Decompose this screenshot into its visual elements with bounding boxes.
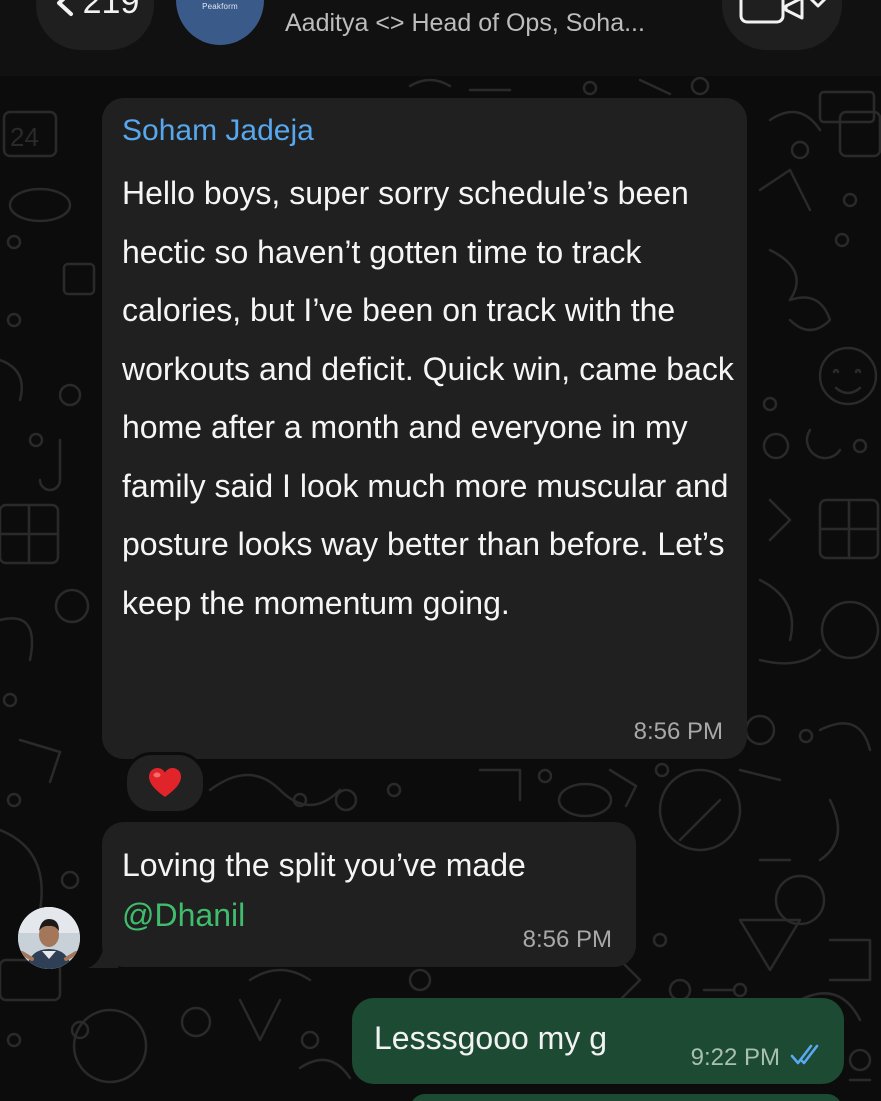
unread-count: 219 xyxy=(82,0,140,21)
message-text: Hello boys, super sorry schedule’s been … xyxy=(122,175,734,621)
user-mention[interactable]: @Dhanil xyxy=(122,890,526,940)
heart-icon xyxy=(149,768,181,797)
message-time: 9:22 PM xyxy=(690,1044,780,1071)
video-camera-icon xyxy=(739,0,827,24)
chevron-left-icon xyxy=(56,0,73,16)
heart-reaction[interactable] xyxy=(124,752,206,814)
message-text: Lesssgooo my g xyxy=(374,1020,608,1056)
chat-screen: 24 219 Peakform Aaditya <> Head of Ops, … xyxy=(0,0,881,1101)
incoming-message-bubble[interactable]: Soham Jadeja Hello boys, super sorry sch… xyxy=(102,98,747,759)
sender-name[interactable]: Soham Jadeja xyxy=(122,114,314,148)
group-logo-text: Peakform xyxy=(202,2,238,11)
sender-avatar[interactable] xyxy=(18,907,80,969)
message-time: 8:56 PM xyxy=(633,718,723,745)
message-time: 8:56 PM xyxy=(522,926,612,953)
outgoing-message-bubble-partial[interactable] xyxy=(410,1094,842,1101)
avatar-photo xyxy=(18,907,80,969)
message-text: Loving the split you’ve made @Dhanil xyxy=(122,840,526,940)
chat-subtitle[interactable]: Aaditya <> Head of Ops, Soha... xyxy=(285,9,645,38)
svg-text:24: 24 xyxy=(10,122,39,152)
incoming-message-bubble[interactable]: Loving the split you’ve made @Dhanil 8:5… xyxy=(102,822,636,967)
message-line: Loving the split you’ve made xyxy=(122,847,526,883)
double-check-read-icon xyxy=(790,1044,819,1065)
outgoing-message-bubble[interactable]: Lesssgooo my g 9:22 PM xyxy=(352,998,844,1084)
